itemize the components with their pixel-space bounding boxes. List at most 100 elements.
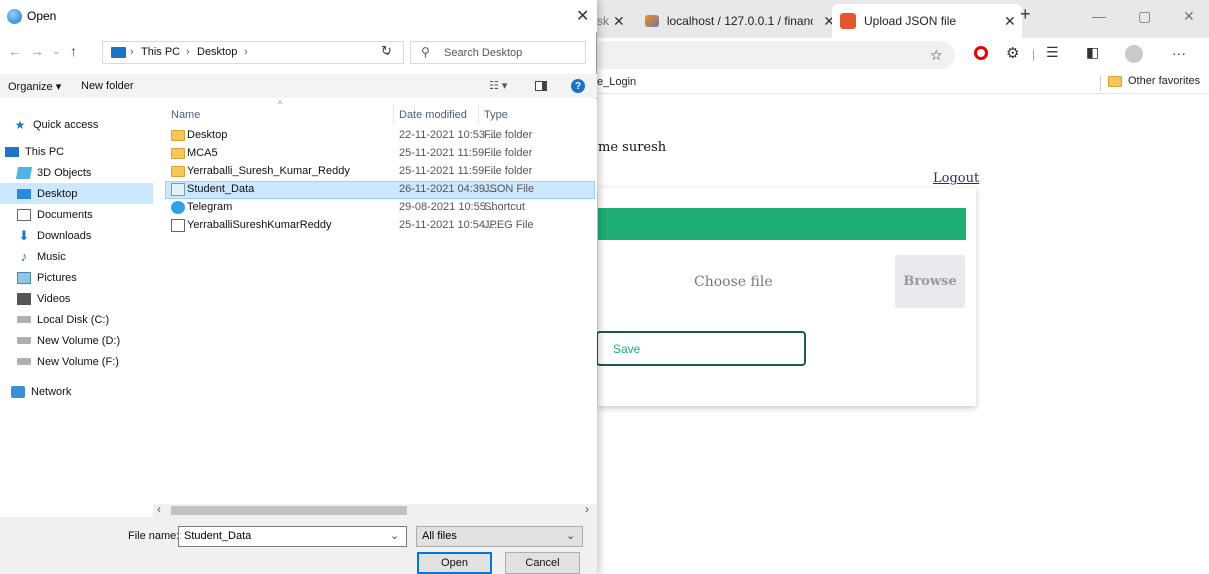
organize-button[interactable]: Organize ▾: [8, 80, 61, 93]
file-row-yerraballi-jpeg[interactable]: YerraballiSureshKumarReddy 25-11-2021 10…: [165, 217, 595, 235]
logout-link[interactable]: Logout: [933, 171, 979, 186]
other-favorites-label: Other favorites: [1128, 75, 1201, 87]
tab-phpmyadmin[interactable]: localhost / 127.0.0.1 / finance ✕: [645, 4, 835, 38]
file-type-select[interactable]: All files ⌄: [416, 526, 583, 547]
tab-label: sk: [597, 14, 609, 28]
minimize-button[interactable]: —: [1092, 8, 1106, 24]
nav-item-3d-objects[interactable]: 3D Objects: [0, 162, 153, 183]
file-row-student-data[interactable]: Student_Data 26-11-2021 04:39 ... JSON F…: [165, 181, 595, 199]
search-icon: ⚲: [421, 45, 430, 59]
file-name-label: File name:: [128, 530, 180, 542]
url-field[interactable]: [590, 41, 955, 69]
chevron-down-icon[interactable]: ⌄: [390, 529, 399, 542]
tab-label: localhost / 127.0.0.1 / finance: [666, 14, 814, 28]
nav-item-downloads[interactable]: ⬇ Downloads: [0, 225, 153, 246]
file-name-field[interactable]: Student_Data ⌄: [178, 526, 407, 547]
file-row-telegram[interactable]: Telegram 29-08-2021 10:55 ... Shortcut: [165, 199, 595, 217]
up-arrow-icon[interactable]: ↑: [70, 43, 77, 59]
more-icon[interactable]: ···: [1172, 45, 1186, 61]
nav-item-desktop[interactable]: Desktop: [0, 183, 153, 204]
wallet-icon[interactable]: ◧: [1086, 44, 1099, 61]
nav-item-documents[interactable]: Documents: [0, 204, 153, 225]
videos-icon: [17, 292, 31, 305]
scroll-left-icon[interactable]: ‹: [157, 502, 161, 516]
nav-item-this-pc[interactable]: This PC: [0, 141, 153, 162]
file-row-yerraballi-folder[interactable]: Yerraballi_Suresh_Kumar_Reddy 25-11-2021…: [165, 163, 595, 181]
tab-upload-json[interactable]: Upload JSON file ✕: [832, 4, 1022, 38]
file-name: Yerraballi_Suresh_Kumar_Reddy: [187, 165, 350, 177]
favorites-star-icon[interactable]: ☆: [930, 47, 943, 64]
file-type: JSON File: [484, 183, 535, 195]
chevron-down-icon[interactable]: ⌄: [566, 529, 575, 542]
documents-icon: [17, 208, 31, 221]
nav-item-label: Downloads: [37, 229, 92, 242]
close-window-button[interactable]: ✕: [1183, 8, 1195, 25]
profile-icon[interactable]: [1125, 45, 1143, 63]
scroll-right-icon[interactable]: ›: [585, 502, 589, 516]
file-row-desktop[interactable]: Desktop 22-11-2021 10:53 ... File folder: [165, 127, 595, 145]
breadcrumb[interactable]: › This PC › Desktop › ⌄: [102, 41, 404, 64]
column-header-date-modified[interactable]: Date modified: [399, 109, 467, 121]
recent-locations-icon[interactable]: ⌄: [52, 46, 60, 57]
browser-app-icon: [7, 9, 22, 24]
file-row-mca5[interactable]: MCA5 25-11-2021 11:59 ... File folder: [165, 145, 595, 163]
extensions-icon[interactable]: ⚙: [1006, 44, 1019, 62]
scrollbar-thumb[interactable]: [171, 506, 407, 515]
choose-file-label[interactable]: Choose file: [694, 274, 773, 290]
breadcrumb-this-pc[interactable]: This PC: [141, 46, 180, 58]
file-name: Telegram: [187, 201, 233, 213]
maximize-button[interactable]: ▢: [1138, 8, 1151, 25]
nav-item-quick-access[interactable]: ★ Quick access: [0, 114, 153, 135]
view-options-icon[interactable]: ☷ ▾: [489, 79, 507, 92]
nav-item-label: Network: [31, 385, 72, 398]
tab-close-icon[interactable]: ✕: [613, 13, 625, 30]
open-button[interactable]: Open: [417, 552, 492, 574]
nav-item-new-volume-f[interactable]: New Volume (F:): [0, 351, 153, 372]
other-favorites[interactable]: Other favorites: [1108, 75, 1200, 87]
command-bar: Organize ▾ New folder ☷ ▾ ?: [0, 74, 597, 98]
tab-close-icon[interactable]: ✕: [1004, 13, 1016, 30]
bookmark-login[interactable]: e_Login: [597, 76, 636, 88]
nav-item-pictures[interactable]: Pictures: [0, 267, 153, 288]
breadcrumb-chevron-icon[interactable]: ›: [130, 46, 134, 58]
horizontal-scrollbar[interactable]: ‹ ›: [153, 502, 597, 517]
favorites-separator: [1100, 75, 1101, 91]
new-tab-button[interactable]: +: [1020, 4, 1031, 25]
dialog-close-button[interactable]: ✕: [576, 6, 589, 26]
star-icon: ★: [14, 117, 26, 132]
column-header-type[interactable]: Type: [484, 109, 508, 121]
tab-partial[interactable]: sk ✕: [597, 4, 633, 38]
back-arrow-icon[interactable]: ←: [8, 43, 22, 59]
new-folder-button[interactable]: New folder: [81, 80, 134, 92]
save-button[interactable]: Save: [596, 331, 806, 366]
opera-icon[interactable]: [974, 46, 988, 60]
column-divider[interactable]: [393, 104, 394, 124]
breadcrumb-chevron-icon[interactable]: ›: [186, 46, 190, 58]
refresh-icon[interactable]: ↻: [381, 43, 392, 59]
help-icon[interactable]: ?: [571, 79, 585, 93]
preview-pane-icon[interactable]: [535, 81, 547, 91]
file-type: File folder: [484, 147, 533, 159]
forward-arrow-icon[interactable]: →: [30, 43, 44, 59]
column-divider[interactable]: [478, 104, 479, 124]
telegram-icon: [171, 201, 185, 214]
nav-item-local-disk-c[interactable]: Local Disk (C:): [0, 309, 153, 330]
nav-item-music[interactable]: ♪ Music: [0, 246, 153, 267]
cancel-button[interactable]: Cancel: [505, 552, 580, 574]
nav-item-new-volume-d[interactable]: New Volume (D:): [0, 330, 153, 351]
column-header-name[interactable]: Name: [171, 109, 200, 121]
nav-item-label: Quick access: [33, 118, 99, 131]
nav-item-network[interactable]: Network: [0, 381, 153, 402]
breadcrumb-chevron-icon[interactable]: ›: [244, 46, 248, 58]
nav-item-videos[interactable]: Videos: [0, 288, 153, 309]
drive-icon: [17, 337, 31, 344]
browse-button[interactable]: Browse: [895, 255, 965, 308]
file-date: 25-11-2021 10:54 ...: [399, 219, 498, 231]
file-name: Desktop: [187, 129, 228, 141]
breadcrumb-desktop[interactable]: Desktop: [197, 46, 237, 58]
collections-icon[interactable]: ☰: [1046, 44, 1059, 61]
search-input[interactable]: ⚲ Search Desktop: [410, 41, 586, 64]
upload-card: Choose file Browse Save: [596, 188, 976, 406]
file-name: MCA5: [187, 147, 218, 159]
nav-item-label: 3D Objects: [37, 166, 92, 179]
